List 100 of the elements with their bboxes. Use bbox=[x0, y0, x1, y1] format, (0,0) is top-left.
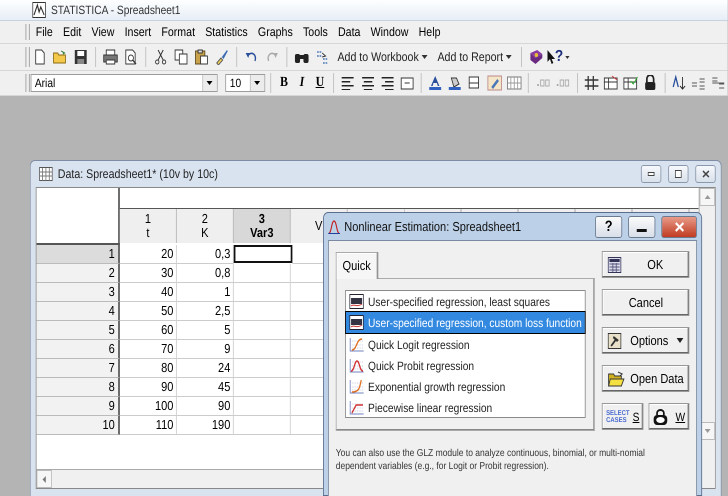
menu-item[interactable]: Help bbox=[414, 25, 446, 39]
table-cell: 30 bbox=[120, 264, 177, 283]
menu-item[interactable]: Statistics bbox=[200, 25, 253, 39]
minimize-button[interactable] bbox=[640, 165, 662, 183]
table-cell: 60 bbox=[120, 321, 177, 340]
caret-icon bbox=[421, 55, 428, 59]
minimize-button[interactable] bbox=[628, 216, 656, 238]
menu-item[interactable]: Data bbox=[332, 25, 366, 39]
table-cell: 40 bbox=[120, 283, 177, 302]
menu-item[interactable]: Insert bbox=[120, 25, 156, 39]
menu-item[interactable]: Window bbox=[366, 25, 414, 39]
list-item[interactable]: User-specified regression, least squares bbox=[346, 291, 586, 312]
row-header[interactable]: 10 bbox=[36, 416, 120, 435]
dialog-button[interactable]: Cancel bbox=[602, 289, 690, 316]
maximize-icon bbox=[674, 170, 682, 178]
help-button[interactable]: ? bbox=[595, 216, 622, 238]
dropdown-arrow-icon bbox=[254, 81, 260, 85]
row-header[interactable]: 1 bbox=[36, 245, 120, 264]
table-cell: 110 bbox=[120, 416, 177, 435]
italic-button[interactable]: I bbox=[294, 75, 310, 91]
maximize-button[interactable] bbox=[668, 165, 688, 183]
whats-this-help-button[interactable]: ? bbox=[547, 46, 564, 68]
up-arrow-icon bbox=[704, 195, 710, 199]
dialog-button[interactable]: Open Data bbox=[602, 365, 690, 392]
dropdown-arrow-icon bbox=[206, 81, 213, 85]
menu-item[interactable]: Edit bbox=[58, 25, 86, 39]
window-title: Data: Spreadsheet1* (10v by 10c) bbox=[58, 167, 219, 181]
table-cell: 90 bbox=[120, 378, 177, 397]
table-cell: 5 bbox=[176, 321, 234, 340]
minimize-icon bbox=[636, 228, 647, 232]
list-item[interactable]: User-specified regression, custom loss function bbox=[346, 312, 586, 333]
add-to-workbook-dropdown[interactable]: Add to Workbook bbox=[333, 46, 432, 68]
scroll-left-button[interactable] bbox=[36, 470, 52, 488]
pointer-icon bbox=[547, 50, 555, 64]
empty-cell bbox=[234, 302, 291, 321]
menu-item[interactable]: Format bbox=[156, 25, 200, 39]
table-cell: 50 bbox=[120, 302, 177, 321]
empty-cell bbox=[234, 283, 291, 302]
open-folder-icon bbox=[608, 370, 626, 386]
weight-button[interactable]: W bbox=[648, 403, 690, 430]
empty-cell bbox=[234, 321, 291, 340]
menu-item[interactable]: View bbox=[86, 25, 120, 39]
table-cell: 190 bbox=[176, 416, 234, 435]
underline-button[interactable]: U bbox=[312, 75, 328, 91]
caret-icon bbox=[506, 55, 512, 59]
info-text: You can also use the GLZ module to analyze continuous, binomial, or multi-nomial dependent variables (e.g., for Logit or Probit regression). bbox=[336, 447, 646, 473]
table-cell: 0,3 bbox=[176, 245, 234, 264]
font-size-field[interactable]: 10 bbox=[226, 74, 265, 92]
window-title: STATISTICA - Spreadsheet1 bbox=[51, 3, 180, 17]
menu-item[interactable]: Tools bbox=[298, 25, 333, 39]
table-cell: 1 bbox=[176, 283, 234, 302]
menu-item[interactable]: File bbox=[30, 25, 58, 39]
dialog-button[interactable]: OK bbox=[602, 251, 690, 278]
close-button[interactable] bbox=[695, 165, 716, 183]
empty-cell bbox=[234, 378, 291, 397]
empty-cell bbox=[234, 397, 291, 416]
minimize-icon bbox=[648, 172, 654, 176]
empty-cell bbox=[234, 340, 291, 359]
table-cell: 9 bbox=[176, 340, 234, 359]
calculator-icon bbox=[608, 256, 622, 272]
list-item[interactable]: Piecewise linear regression bbox=[346, 397, 586, 418]
table-cell: 24 bbox=[176, 359, 234, 378]
row-header[interactable]: 9 bbox=[36, 397, 120, 416]
piecewise-line-icon bbox=[349, 400, 364, 415]
table-cell: 45 bbox=[176, 378, 234, 397]
active-cell[interactable] bbox=[234, 245, 292, 263]
add-to-report-dropdown[interactable]: Add to Report bbox=[433, 46, 516, 68]
row-header[interactable]: 4 bbox=[36, 302, 120, 321]
options-dropdown-button[interactable]: Options bbox=[602, 327, 690, 354]
caret-icon bbox=[676, 338, 684, 343]
table-cell: 0,8 bbox=[176, 264, 234, 283]
row-header[interactable]: 5 bbox=[36, 321, 120, 340]
table-cell: 90 bbox=[176, 397, 234, 416]
menu-item[interactable]: Graphs bbox=[252, 25, 298, 39]
app-logo-icon bbox=[32, 2, 46, 18]
logit-curve-icon bbox=[349, 337, 364, 352]
list-item[interactable]: Quick Logit regression bbox=[346, 334, 586, 355]
tab[interactable]: Quick bbox=[336, 252, 378, 279]
row-header[interactable]: 3 bbox=[36, 283, 120, 302]
row-header[interactable]: 8 bbox=[36, 378, 120, 397]
row-header[interactable]: 2 bbox=[36, 264, 120, 283]
list-item[interactable]: Quick Probit regression bbox=[346, 355, 586, 376]
close-icon bbox=[702, 170, 710, 178]
grid-icon bbox=[39, 167, 53, 181]
font-field[interactable]: Arial bbox=[30, 74, 218, 92]
row-header[interactable]: 7 bbox=[36, 359, 120, 378]
column-header[interactable]: 1 t bbox=[120, 209, 177, 243]
left-arrow-icon bbox=[42, 476, 46, 482]
table-cell: 80 bbox=[120, 359, 177, 378]
close-icon bbox=[674, 222, 684, 232]
down-arrow-icon bbox=[704, 429, 710, 433]
bold-button[interactable]: B bbox=[276, 75, 292, 91]
table-cell: 70 bbox=[120, 340, 177, 359]
column-header[interactable]: 2 K bbox=[176, 209, 234, 243]
scroll-up-button[interactable] bbox=[700, 188, 715, 206]
row-header[interactable]: 6 bbox=[36, 340, 120, 359]
list-item[interactable]: Exponential growth regression bbox=[346, 376, 586, 397]
close-button[interactable] bbox=[661, 216, 697, 238]
column-header[interactable]: 3 Var3 bbox=[234, 209, 291, 243]
empty-cell bbox=[234, 264, 291, 283]
